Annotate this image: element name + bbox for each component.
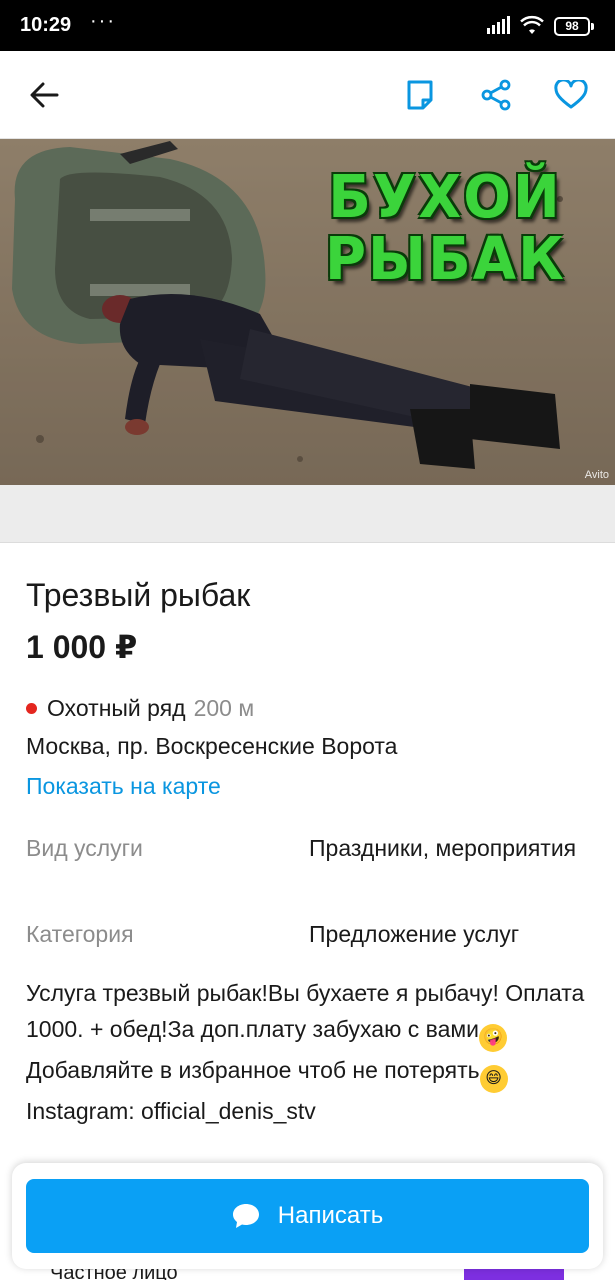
listing-description: Услуга трезвый рыбак!Вы бухаете я рыбачу…: [26, 975, 591, 1129]
caption-line-2: РЫБАК: [325, 225, 566, 294]
instagram-text: Instagram: official_denis_stv: [26, 1098, 316, 1124]
write-button-label: Написать: [277, 1202, 384, 1229]
share-icon: [481, 79, 511, 111]
param-key: Вид услуги: [26, 835, 143, 861]
favorite-button[interactable]: [549, 73, 593, 117]
zany-face-emoji-icon: 🤪: [479, 1024, 508, 1052]
chat-bubble-icon: [232, 1204, 259, 1228]
back-button[interactable]: [22, 73, 66, 117]
listing-details: Трезвый рыбак 1 000 ₽ Охотный ряд 200 м …: [26, 573, 591, 1124]
note-icon: [407, 80, 433, 110]
listing-address: Москва, пр. Воскресенские Ворота: [26, 733, 398, 759]
write-message-button[interactable]: Написать: [26, 1179, 589, 1253]
listing-title: Трезвый рыбак: [26, 577, 251, 613]
photo-pager-strip: [0, 485, 615, 543]
metro-line-icon: [26, 702, 37, 714]
param-key: Категория: [26, 921, 134, 947]
caption-line-1: БУХОЙ: [328, 163, 562, 232]
metro-row: Охотный ряд 200 м: [26, 692, 591, 724]
metro-distance: 200 м: [193, 695, 255, 721]
metro-station: Охотный ряд: [47, 695, 186, 721]
param-row: Категория Предложение услуг: [26, 916, 591, 952]
battery-icon: 98: [554, 17, 594, 36]
status-bar: 10:29 ··· 98: [0, 0, 615, 51]
avito-watermark: Avito: [584, 469, 609, 481]
bottom-action-panel: Написать: [12, 1163, 603, 1269]
grinning-face-emoji-icon: 😄: [479, 1065, 508, 1093]
wifi-icon: [520, 15, 544, 34]
photo-caption: БУХОЙ РЫБАК: [325, 163, 566, 294]
show-on-map-link[interactable]: Показать на карте: [26, 770, 591, 802]
top-toolbar: [0, 51, 615, 139]
param-value: Праздники, мероприятия: [309, 835, 577, 861]
arrow-left-icon: [30, 82, 59, 108]
status-time: 10:29: [20, 14, 72, 36]
heart-icon: [554, 80, 588, 109]
listing-photo[interactable]: БУХОЙ РЫБАК Avito: [0, 139, 615, 485]
notification-dots: ···: [90, 10, 116, 32]
param-value: Предложение услуг: [309, 921, 520, 947]
param-row: Вид услуги Праздники, мероприятия: [26, 830, 591, 902]
share-button[interactable]: [474, 73, 518, 117]
listing-price: 1 000 ₽: [26, 629, 138, 665]
signal-icon: [487, 16, 510, 34]
description-text: Добавляйте в избранное чтоб не потерять: [26, 1057, 480, 1083]
note-button[interactable]: [398, 73, 442, 117]
